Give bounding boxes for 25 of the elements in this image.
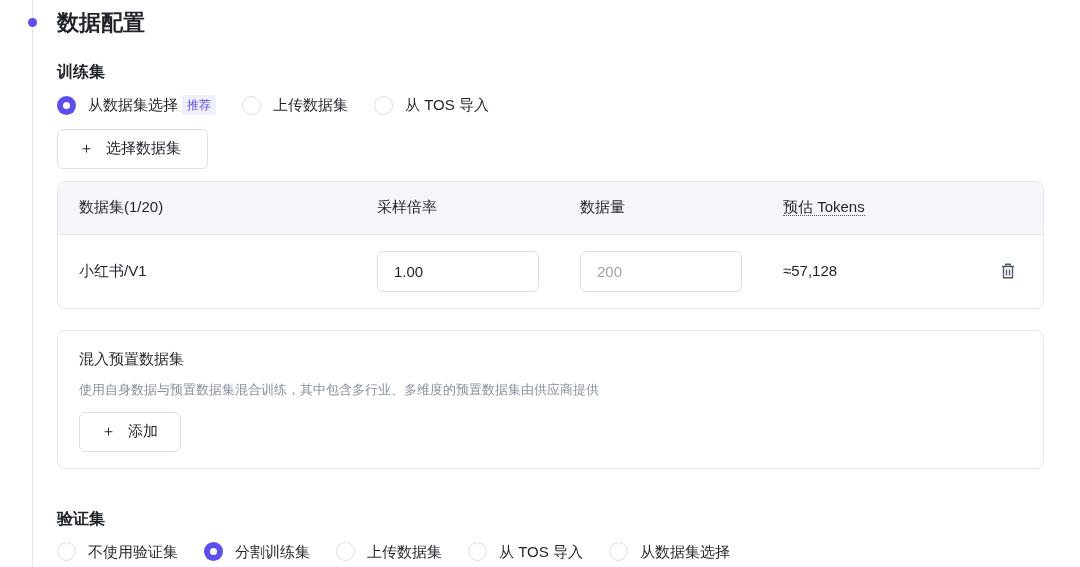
radio-option[interactable]: 上传数据集 [242, 94, 348, 117]
add-button[interactable]: ＋ 添加 [79, 411, 181, 452]
token-estimate: ≈57,128 [783, 261, 838, 279]
radio-option[interactable]: 从数据集选择 [608, 540, 730, 563]
card-title: 混入预置数据集 [79, 348, 185, 369]
sampling-rate-input[interactable]: 1.00 [377, 250, 539, 292]
column-header: 采样倍率 [377, 198, 437, 216]
radio-option[interactable]: 从 TOS 导入 [468, 540, 583, 563]
column-header: 数据量 [580, 198, 625, 216]
dataset-name: 小红书/V1 [79, 261, 147, 279]
section-title: 数据配置 [57, 9, 146, 37]
column-header: 预估 Tokens [783, 198, 865, 217]
add-button[interactable]: ＋ 选择数据集 [57, 128, 208, 169]
column-header: 数据集(1/20) [79, 198, 164, 216]
card-description: 使用自身数据与预置数据集混合训练，其中包含多行业、多维度的预置数据集由供应商提供 [79, 381, 600, 399]
field-label: 验证集 [57, 508, 106, 529]
data-amount-input[interactable]: 200 [580, 250, 742, 292]
radio-option[interactable]: 分割训练集 [204, 540, 310, 563]
recommend-tag: 推荐 [182, 95, 216, 116]
radio-option[interactable]: 从数据集选择 [57, 94, 178, 117]
radio-option[interactable]: 上传数据集 [336, 540, 442, 563]
delete-icon[interactable] [999, 262, 1017, 280]
radio-option[interactable]: 从 TOS 导入 [374, 94, 489, 117]
field-label: 训练集 [57, 62, 106, 82]
radio-option[interactable]: 不使用验证集 [57, 540, 178, 563]
